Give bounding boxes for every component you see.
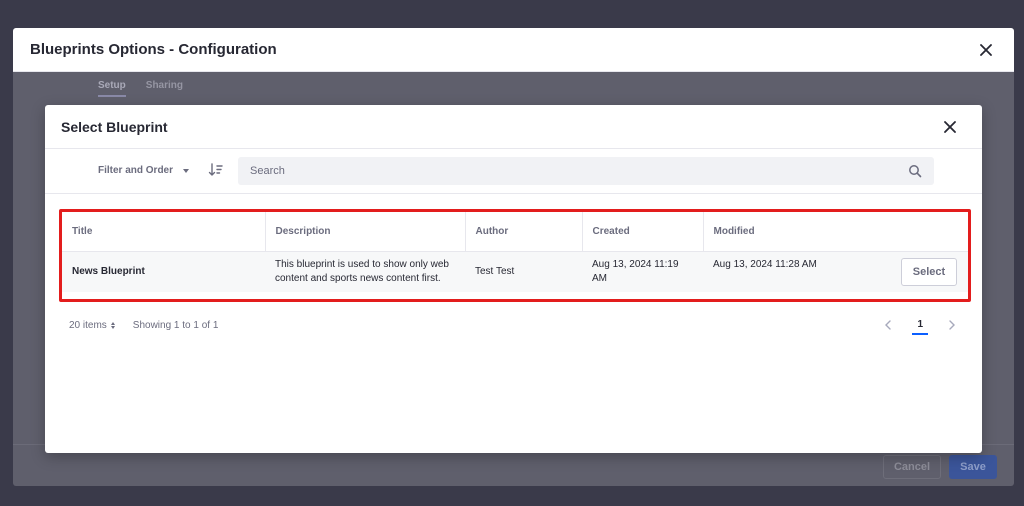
select-blueprint-title: Select Blueprint xyxy=(61,118,168,135)
sort-updown-icon xyxy=(110,321,115,329)
items-per-page-dropdown[interactable]: 20 items xyxy=(69,320,115,331)
search-input[interactable] xyxy=(250,165,908,177)
filter-and-order-dropdown[interactable]: Filter and Order xyxy=(98,165,190,176)
page-1-button[interactable]: 1 xyxy=(912,316,928,335)
column-header-created: Created xyxy=(582,212,704,252)
select-blueprint-header: Select Blueprint xyxy=(45,105,982,149)
search-bar xyxy=(238,157,934,185)
row-description: This blueprint is used to show only web … xyxy=(265,251,465,292)
sort-icon xyxy=(208,163,223,176)
column-header-modified: Modified xyxy=(703,212,968,252)
close-icon xyxy=(980,43,992,56)
close-icon xyxy=(944,120,956,133)
column-header-title: Title xyxy=(62,212,266,252)
tab-sharing[interactable]: Sharing xyxy=(146,80,183,97)
column-header-description: Description xyxy=(265,212,466,252)
row-modified: Aug 13, 2024 11:28 AM xyxy=(713,258,817,270)
sort-order-button[interactable] xyxy=(208,162,224,178)
row-modified-cell: Aug 13, 2024 11:28 AM Select xyxy=(703,251,968,292)
pagination-results: Showing 1 to 1 of 1 xyxy=(132,319,219,331)
table-row: News Blueprint This blueprint is used to… xyxy=(62,251,968,292)
chevron-right-icon xyxy=(949,320,955,330)
configuration-modal-header: Blueprints Options - Configuration xyxy=(13,28,1014,72)
row-created: Aug 13, 2024 11:19 AM xyxy=(582,251,703,292)
management-toolbar: Filter and Order xyxy=(45,149,982,194)
caret-down-icon xyxy=(183,168,190,173)
column-header-author: Author xyxy=(465,212,583,252)
blueprints-table-container: Title Description Author Created Modifie… xyxy=(59,209,971,302)
previous-page-button[interactable] xyxy=(882,319,894,331)
tab-setup[interactable]: Setup xyxy=(98,80,126,97)
pagination: 1 xyxy=(882,316,958,335)
row-author: Test Test xyxy=(465,251,582,292)
table-header-row: Title Description Author Created Modifie… xyxy=(62,212,968,252)
next-page-button[interactable] xyxy=(946,319,958,331)
row-title: News Blueprint xyxy=(62,251,265,292)
chevron-left-icon xyxy=(885,320,892,330)
blueprints-table: Title Description Author Created Modifie… xyxy=(62,212,968,292)
configuration-modal-title: Blueprints Options - Configuration xyxy=(30,41,277,58)
search-icon[interactable] xyxy=(908,164,922,178)
save-button[interactable]: Save xyxy=(949,455,997,479)
select-blueprint-modal: Select Blueprint Filter and Order Search… xyxy=(45,105,982,453)
configuration-close-button[interactable] xyxy=(976,40,996,60)
filter-and-order-label: Filter and Order xyxy=(98,165,174,176)
items-per-page-label: 20 items xyxy=(69,319,107,331)
select-blueprint-close-button[interactable] xyxy=(940,117,960,137)
cancel-button[interactable]: Cancel xyxy=(883,455,941,479)
pagination-bar: 20 items Showing 1 to 1 of 1 1 xyxy=(69,313,958,337)
select-button[interactable]: Select xyxy=(901,257,957,286)
configuration-tabs: Setup Sharing xyxy=(98,80,183,97)
